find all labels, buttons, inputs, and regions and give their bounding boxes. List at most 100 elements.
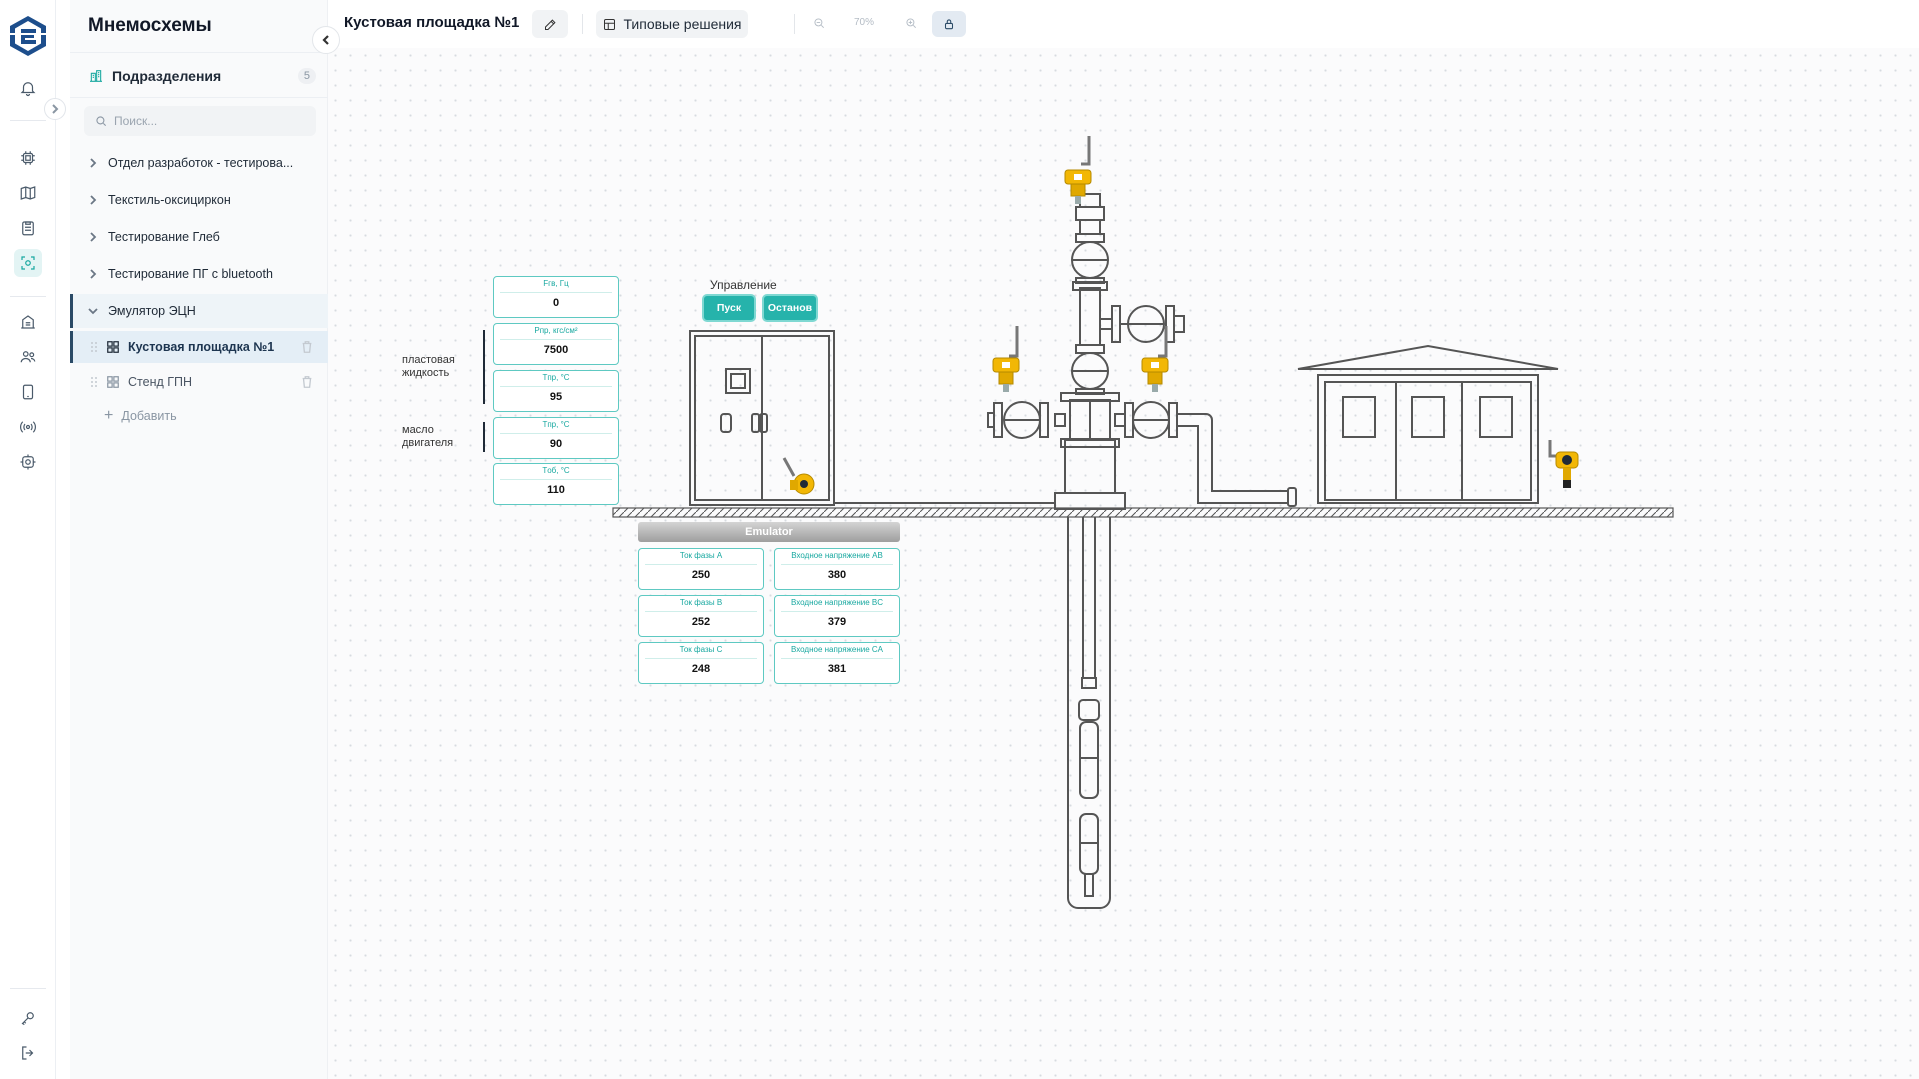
level-sensor-icon[interactable]: [1548, 440, 1579, 488]
well-casing: [1067, 517, 1111, 909]
tablet-icon[interactable]: [14, 378, 42, 406]
control-label: Управление: [710, 278, 777, 292]
value-label: Входное напряжение BC: [791, 598, 883, 607]
value-readout: 110: [547, 484, 565, 496]
oil-label: масло двигателя: [402, 424, 454, 449]
voltage-bc-box: Входное напряжение BC 379: [774, 595, 900, 637]
departments-icon: [90, 70, 102, 82]
voltage-ab-box: Входное напряжение AB 380: [774, 548, 900, 590]
chevron-right-icon: [90, 269, 97, 279]
temperature-sensor-icon[interactable]: [782, 457, 815, 495]
oil-bracket: [483, 422, 485, 452]
chevron-right-icon: [90, 232, 97, 242]
expand-rail-button[interactable]: [44, 98, 66, 120]
logo-icon[interactable]: [4, 12, 52, 60]
building-icon[interactable]: [14, 308, 42, 336]
value-readout: 250: [691, 569, 711, 581]
pressure-sensor-icon[interactable]: [992, 326, 1020, 392]
map-icon[interactable]: [14, 179, 42, 207]
pressure-sensor-icon[interactable]: [1141, 326, 1169, 392]
tree-group-item[interactable]: Тестирование Глеб: [70, 220, 328, 254]
logout-icon[interactable]: [14, 1039, 42, 1067]
panel-title: Мнемосхемы: [88, 15, 212, 36]
trash-icon[interactable]: [300, 375, 314, 389]
chevron-right-icon: [90, 195, 97, 205]
signal-icon[interactable]: [14, 413, 42, 441]
pressure-value-box: Рпр, кгс/см² 7500: [493, 323, 619, 365]
value-label: Ток фазы A: [679, 551, 723, 560]
value-label: Fгв, Гц: [543, 279, 569, 288]
trash-icon[interactable]: [300, 340, 314, 354]
tree-group-item-expanded[interactable]: Эмулятор ЭЦН: [70, 294, 328, 328]
users-icon[interactable]: [14, 343, 42, 371]
zoom-in-icon[interactable]: [904, 16, 918, 30]
scheme-title: Кустовая площадка №1: [344, 14, 520, 31]
scheme-item-label: Кустовая площадка №1: [128, 340, 275, 354]
clipboard-icon[interactable]: [14, 214, 42, 242]
value-readout: 95: [549, 391, 563, 403]
value-label: Ток фазы B: [679, 598, 723, 607]
edit-title-button[interactable]: [532, 10, 568, 38]
scheme-icon[interactable]: [14, 249, 42, 277]
grid-icon: [107, 376, 119, 388]
scheme-item-active[interactable]: Кустовая площадка №1: [70, 331, 328, 363]
add-scheme-label: Добавить: [121, 409, 177, 423]
value-readout: 379: [827, 616, 847, 628]
drag-handle-icon[interactable]: [90, 375, 98, 389]
tree-group-label: Тестирование Глеб: [108, 230, 220, 244]
scheme-drawing: [612, 136, 1674, 909]
collapse-panel-button[interactable]: [312, 26, 340, 54]
value-label: Ток фазы C: [679, 645, 723, 654]
value-readout: 381: [827, 663, 847, 675]
value-label: Tпр, °C: [542, 373, 570, 382]
zoom-out-icon[interactable]: [812, 16, 826, 30]
scheme-item-label: Стенд ГПН: [128, 375, 193, 389]
scheme-canvas[interactable]: Fгв, Гц 0 Рпр, кгс/см² 7500 Tпр, °C 95 T…: [328, 48, 1919, 1079]
fluid-label: пластовая жидкость: [402, 354, 455, 379]
add-scheme-button[interactable]: + Добавить: [104, 407, 177, 425]
drag-handle-icon[interactable]: [90, 340, 98, 354]
value-readout: 252: [691, 616, 711, 628]
chevron-right-icon: [90, 158, 97, 168]
chevron-down-icon: [88, 308, 98, 315]
templates-label: Типовые решения: [623, 16, 742, 32]
templates-button[interactable]: Типовые решения: [596, 10, 748, 38]
bell-icon[interactable]: [14, 74, 42, 102]
chevron-right-icon: [52, 104, 59, 114]
frequency-value-box: Fгв, Гц 0: [493, 276, 619, 318]
value-readout: 248: [691, 663, 711, 675]
departments-count: 5: [297, 68, 316, 84]
tree-group-item[interactable]: Тестирование ПГ с bluetooth: [70, 257, 328, 291]
settings-icon[interactable]: [14, 448, 42, 476]
toolbar: Кустовая площадка №1 Типовые решения 70%: [328, 0, 1919, 48]
value-readout: 7500: [543, 344, 569, 356]
voltage-ca-box: Входное напряжение CA 381: [774, 642, 900, 684]
lock-button[interactable]: [932, 11, 966, 37]
templates-icon: [604, 18, 616, 30]
tree-group-item[interactable]: Отдел разработок - тестирова...: [70, 146, 328, 180]
wellhead: [834, 193, 1297, 510]
value-label: Tпр, °C: [542, 420, 570, 429]
oil-temperature-value-box: Tпр, °C 90: [493, 417, 619, 459]
chevron-left-icon: [322, 35, 329, 45]
tree-group-label: Текстиль-оксициркон: [108, 193, 231, 207]
winding-temperature-value-box: Tоб, °C 110: [493, 463, 619, 505]
departments-label: Подразделения: [112, 68, 222, 84]
search-input[interactable]: [114, 114, 304, 128]
equipment-building: [1297, 344, 1559, 504]
value-label: Tоб, °C: [542, 466, 570, 475]
value-label: Рпр, кгс/см²: [534, 326, 578, 335]
phase-a-current-box: Ток фазы A 250: [638, 548, 764, 590]
emulator-label: Emulator: [638, 522, 900, 542]
chip-icon[interactable]: [14, 144, 42, 172]
tree-group-label: Эмулятор ЭЦН: [108, 304, 196, 318]
key-icon[interactable]: [14, 1004, 42, 1032]
fluid-bracket: [483, 330, 485, 404]
tree-group-label: Отдел разработок - тестирова...: [108, 156, 294, 170]
tree-group-item[interactable]: Текстиль-оксициркон: [70, 183, 328, 217]
scheme-item[interactable]: Стенд ГПН: [70, 366, 328, 398]
stop-button[interactable]: Останов: [762, 294, 818, 322]
search-box[interactable]: [84, 106, 316, 136]
start-button[interactable]: Пуск: [702, 294, 756, 322]
departments-header[interactable]: Подразделения 5: [88, 64, 316, 88]
